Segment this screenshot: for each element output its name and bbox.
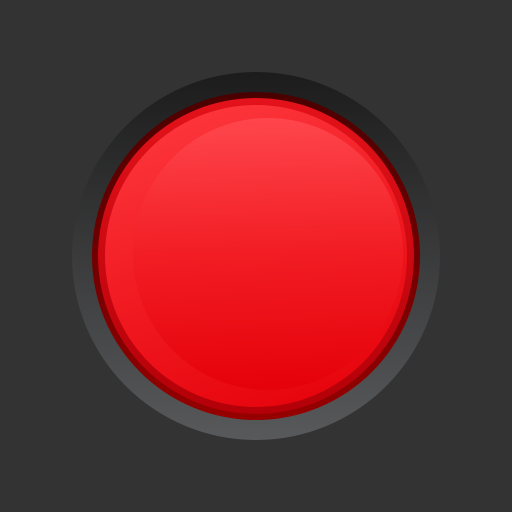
app-icon-canvas xyxy=(0,0,512,512)
red-push-button[interactable] xyxy=(105,105,407,407)
